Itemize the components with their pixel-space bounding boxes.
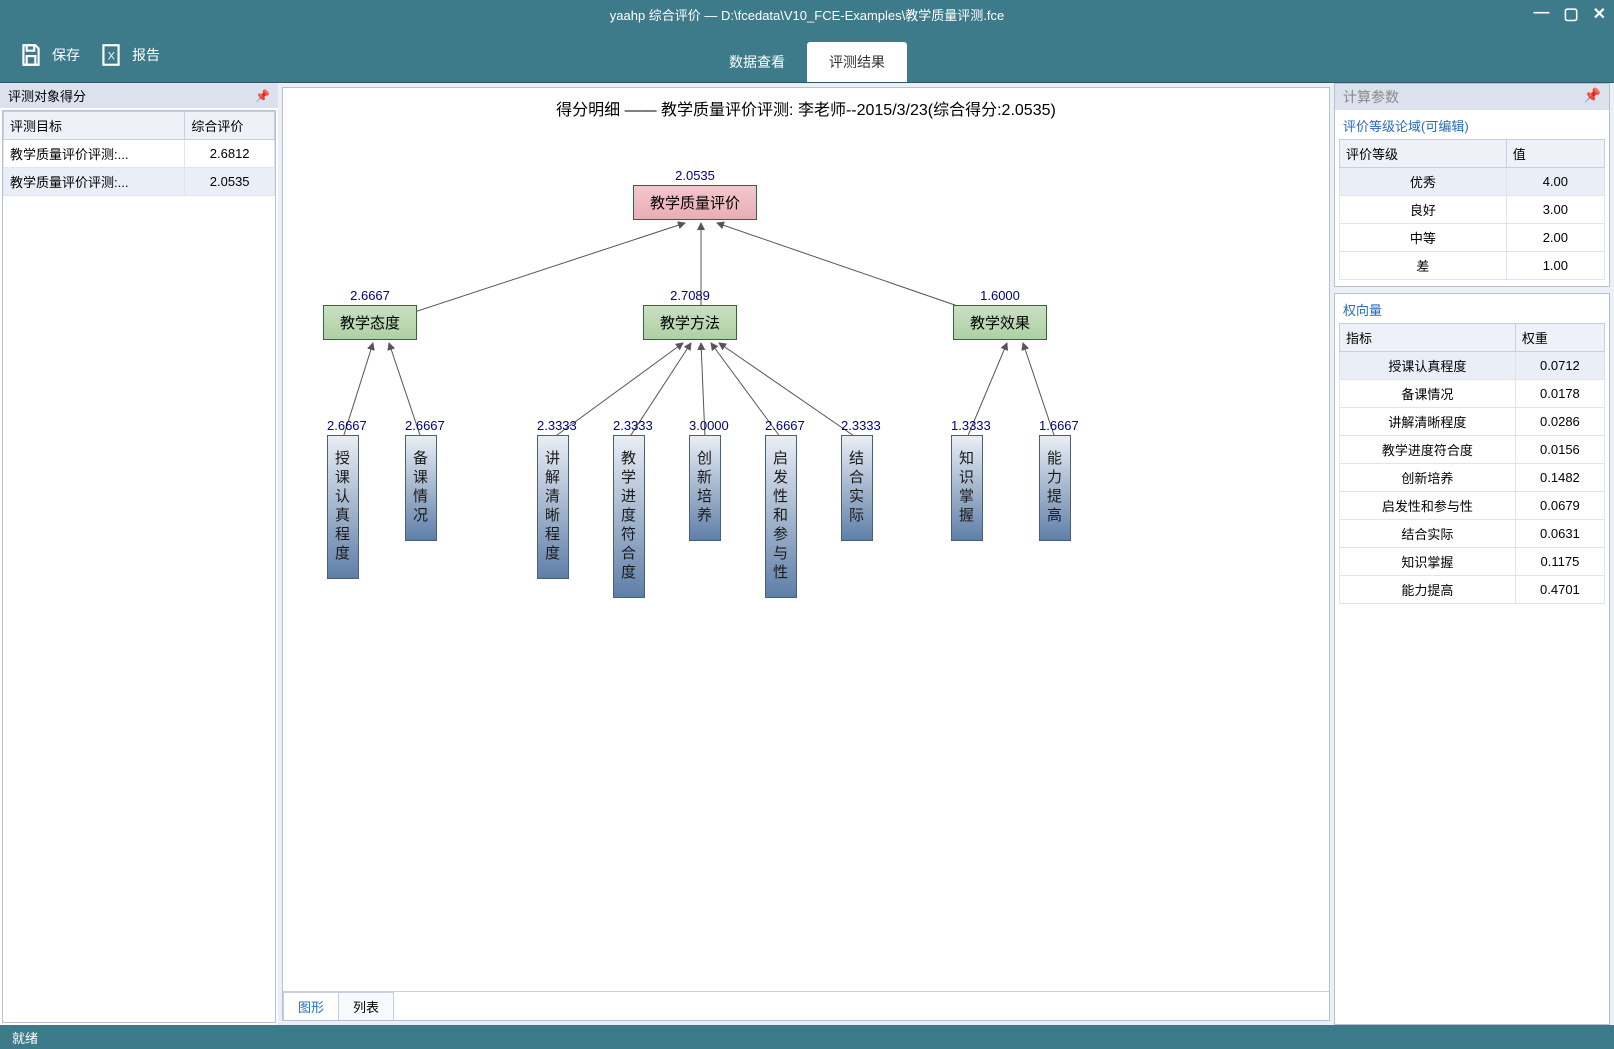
leaf-node[interactable]: 1.6667能力提高 xyxy=(1039,418,1079,541)
table-row[interactable]: 授课认真程度0.0712 xyxy=(1340,352,1605,380)
window-title: yaahp 综合评价 — D:\fcedata\V10_FCE-Examples… xyxy=(610,5,1004,24)
tab-graph[interactable]: 图形 xyxy=(283,992,339,1020)
leaf-node[interactable]: 1.3333知识掌握 xyxy=(951,418,991,541)
levels-table: 评价等级值 优秀4.00 良好3.00 中等2.00 差1.00 xyxy=(1339,139,1605,280)
table-row[interactable]: 差1.00 xyxy=(1340,252,1605,280)
pin-icon[interactable]: 📌 xyxy=(255,89,270,103)
table-row[interactable]: 教学质量评价评测:...2.6812 xyxy=(4,140,275,168)
leaf-node[interactable]: 2.6667启发性和参与性 xyxy=(765,418,805,598)
report-button[interactable]: X 报告 xyxy=(98,42,160,68)
weights-table: 指标权重 授课认真程度0.0712 备课情况0.0178 讲解清晰程度0.028… xyxy=(1339,323,1605,604)
save-button[interactable]: 保存 xyxy=(18,42,80,68)
table-row[interactable]: 讲解清晰程度0.0286 xyxy=(1340,408,1605,436)
leaf-node[interactable]: 2.6667备课情况 xyxy=(405,418,445,541)
tab-list[interactable]: 列表 xyxy=(338,992,394,1020)
toolbar: 保存 X 报告 数据查看 评测结果 xyxy=(0,28,1614,83)
maximize-icon[interactable]: ▢ xyxy=(1563,4,1578,24)
table-row[interactable]: 启发性和参与性0.0679 xyxy=(1340,492,1605,520)
leaf-node[interactable]: 2.3333结合实际 xyxy=(841,418,881,541)
table-row[interactable]: 创新培养0.1482 xyxy=(1340,464,1605,492)
chart-title: 得分明细 —— 教学质量评价评测: 李老师--2015/3/23(综合得分:2.… xyxy=(283,88,1329,128)
pin-icon[interactable]: 📌 xyxy=(1584,87,1601,107)
tab-result[interactable]: 评测结果 xyxy=(807,42,907,82)
weights-title: 权向量 xyxy=(1335,294,1609,323)
table-row[interactable]: 知识掌握0.1175 xyxy=(1340,548,1605,576)
root-node[interactable]: 2.0535 教学质量评价 xyxy=(633,168,757,220)
leaf-node[interactable]: 3.0000创新培养 xyxy=(689,418,729,541)
mid-node[interactable]: 2.7089教学方法 xyxy=(643,288,737,340)
table-row[interactable]: 教学质量评价评测:...2.0535 xyxy=(4,168,275,196)
table-row[interactable]: 教学进度符合度0.0156 xyxy=(1340,436,1605,464)
table-row[interactable]: 中等2.00 xyxy=(1340,224,1605,252)
leaf-node[interactable]: 2.6667授课认真程度 xyxy=(327,418,367,579)
tab-data-view[interactable]: 数据查看 xyxy=(707,42,807,82)
statusbar: 就绪 xyxy=(0,1025,1614,1049)
mid-node[interactable]: 1.6000教学效果 xyxy=(953,288,1047,340)
table-row[interactable]: 备课情况0.0178 xyxy=(1340,380,1605,408)
status-text: 就绪 xyxy=(12,1028,38,1047)
report-icon: X xyxy=(98,42,124,68)
levels-title: 评价等级论域(可编辑) xyxy=(1335,110,1609,139)
table-row[interactable]: 结合实际0.0631 xyxy=(1340,520,1605,548)
leaf-node[interactable]: 2.3333讲解清晰程度 xyxy=(537,418,577,579)
score-table: 评测目标综合评价 教学质量评价评测:...2.6812 教学质量评价评测:...… xyxy=(2,110,276,1023)
minimize-icon[interactable]: — xyxy=(1533,4,1549,24)
left-panel-header: 评测对象得分 📌 xyxy=(0,83,278,108)
calc-params-header: 计算参数📌 xyxy=(1335,84,1609,110)
save-icon xyxy=(18,42,44,68)
leaf-node[interactable]: 2.3333教学进度符合度 xyxy=(613,418,653,598)
close-icon[interactable]: ✕ xyxy=(1593,4,1606,24)
mid-node[interactable]: 2.6667教学态度 xyxy=(323,288,417,340)
table-row[interactable]: 能力提高0.4701 xyxy=(1340,576,1605,604)
table-row[interactable]: 良好3.00 xyxy=(1340,196,1605,224)
svg-text:X: X xyxy=(108,50,115,62)
table-row[interactable]: 优秀4.00 xyxy=(1340,168,1605,196)
hierarchy-chart: 2.0535 教学质量评价 2.6667教学态度 2.7089教学方法 1.60… xyxy=(283,128,1329,991)
titlebar: yaahp 综合评价 — D:\fcedata\V10_FCE-Examples… xyxy=(0,0,1614,28)
